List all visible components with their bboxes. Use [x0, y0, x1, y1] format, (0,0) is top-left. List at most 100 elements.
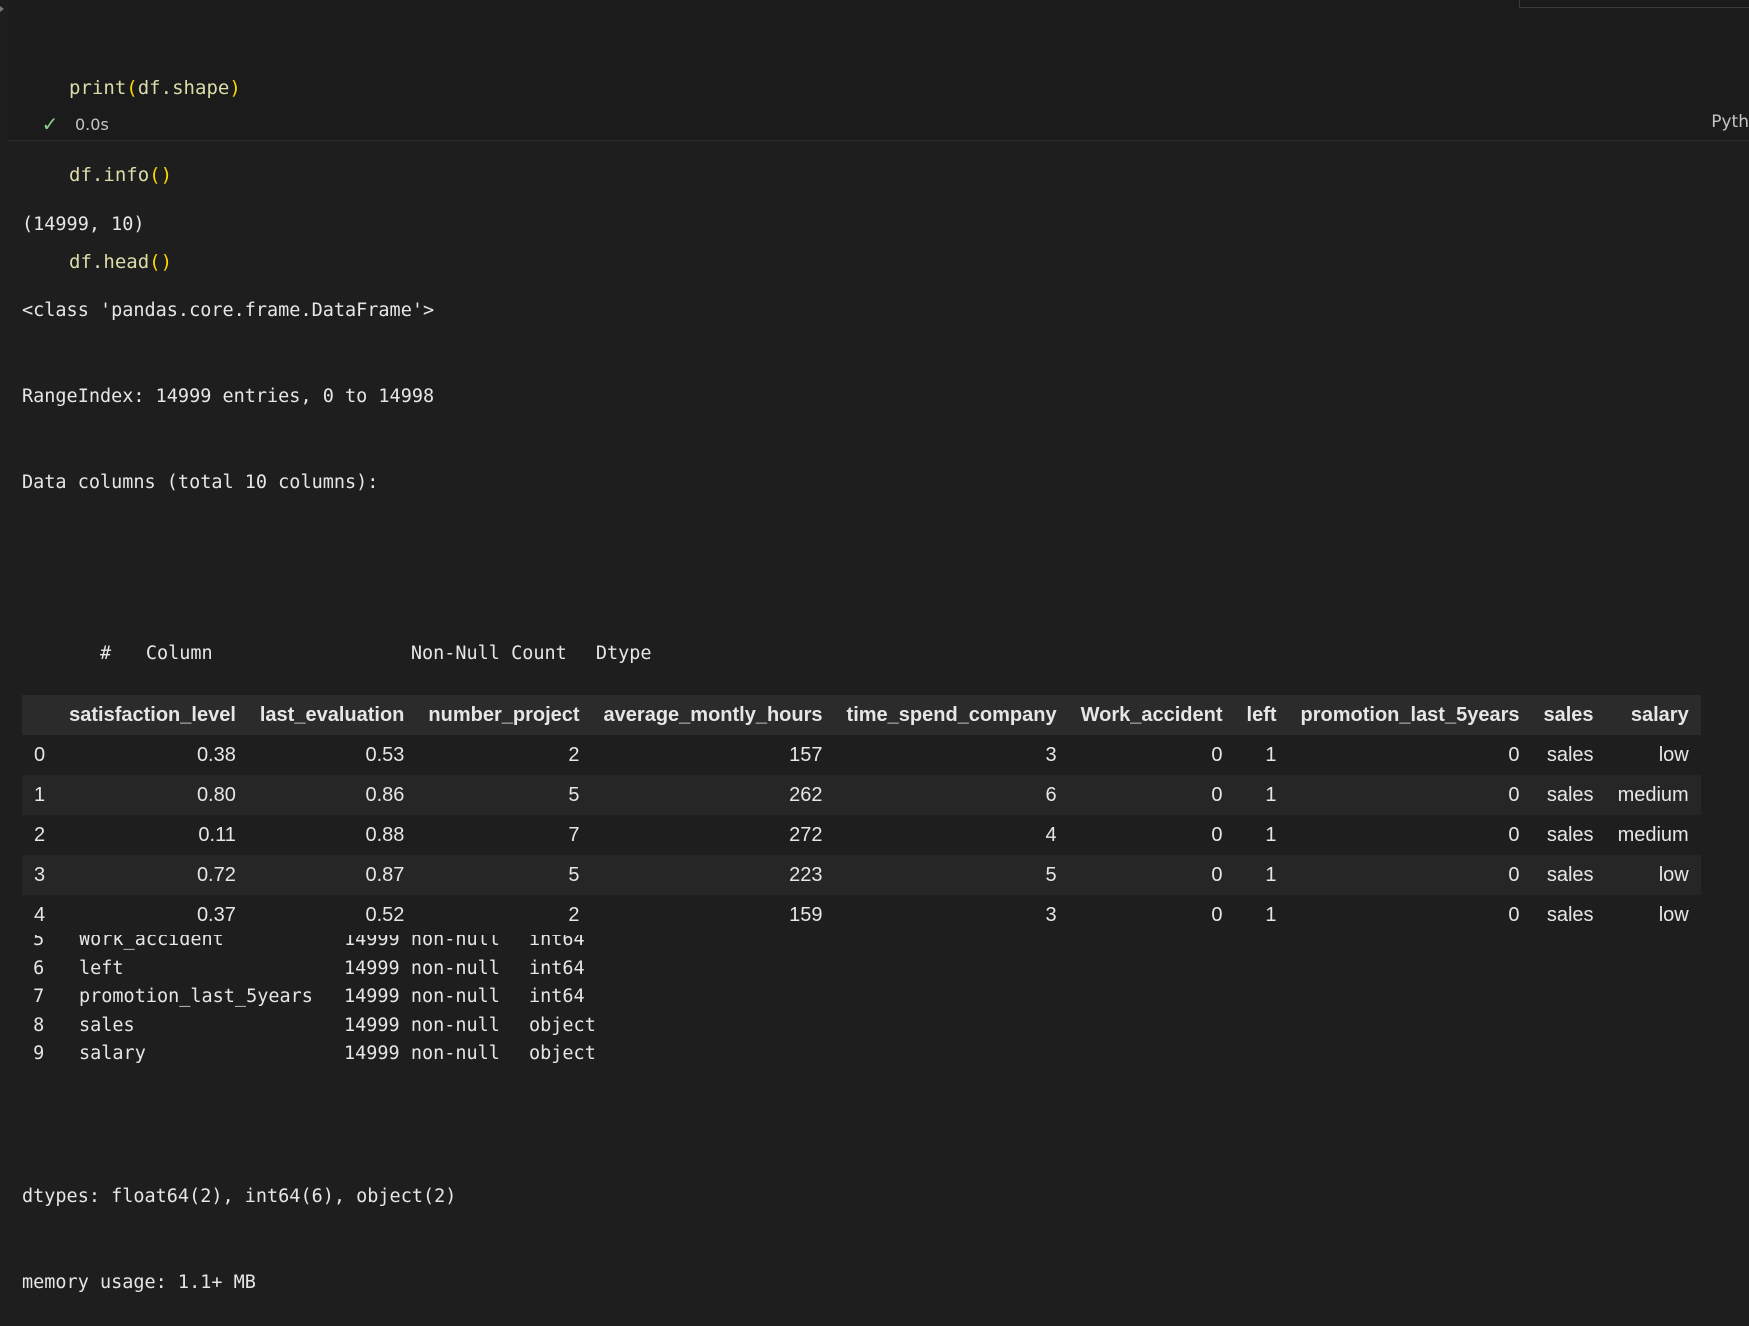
table-cell: 0: [1288, 815, 1532, 855]
output-line: RangeIndex: 14999 entries, 0 to 14998: [22, 385, 435, 407]
table-cell: 0.38: [57, 735, 248, 775]
info-cell: 14999 non-null: [344, 1014, 500, 1036]
table-cell: sales: [1531, 775, 1606, 815]
code-line: print(df.shape): [69, 77, 241, 99]
execution-status: ✓ 0.0s: [39, 112, 109, 136]
table-cell: 5: [416, 775, 592, 815]
column-header: left: [1234, 695, 1289, 735]
table-cell: 0: [1068, 895, 1235, 935]
info-cell: #: [88, 643, 112, 665]
row-index: 3: [22, 855, 58, 895]
table-cell: 0: [1288, 895, 1532, 935]
table-cell: 223: [591, 855, 835, 895]
info-cell: Non-Null Count: [410, 643, 567, 665]
info-cell: salary: [79, 1043, 146, 1065]
info-cell: object: [529, 1014, 596, 1036]
table-cell: 0: [1068, 735, 1235, 775]
info-cell: 9: [22, 1043, 45, 1065]
table-cell: 4: [834, 815, 1069, 855]
column-header: satisfaction_level: [57, 695, 248, 735]
info-cell: object: [529, 1043, 596, 1065]
table-cell: sales: [1531, 855, 1606, 895]
table-cell: 1: [1234, 855, 1289, 895]
table-cell: 0.37: [57, 895, 248, 935]
info-cell: 6: [22, 957, 45, 979]
table-row: 1 0.80 0.86 5 262 6 0 1 0 sales medium: [22, 775, 1701, 815]
info-row: 9 salary 14999 non-null object: [22, 1040, 686, 1069]
info-cell: Dtype: [595, 643, 652, 665]
table-cell: 5: [834, 855, 1069, 895]
row-index: 4: [22, 895, 58, 935]
table-cell: medium: [1605, 775, 1701, 815]
table-cell: 0.87: [247, 855, 417, 895]
table-cell: 0: [1288, 735, 1532, 775]
column-header: number_project: [416, 695, 592, 735]
row-index: 0: [22, 735, 58, 775]
table-cell: 0.80: [57, 775, 248, 815]
info-cell: int64: [529, 986, 585, 1008]
table-cell: sales: [1531, 815, 1606, 855]
table-cell: 157: [591, 735, 835, 775]
table-cell: sales: [1531, 735, 1606, 775]
table-cell: 6: [834, 775, 1069, 815]
info-cell: 14999 non-null: [344, 957, 500, 979]
info-cell: promotion_last_5years: [79, 986, 313, 1008]
table-row: 4 0.37 0.52 2 159 3 0 1 0 sales low: [22, 895, 1701, 935]
table-cell: 2: [416, 735, 592, 775]
table-cell: 0.88: [247, 815, 417, 855]
output-line: (14999, 10): [22, 214, 145, 236]
table-cell: 0: [1288, 775, 1532, 815]
table-cell: 7: [416, 815, 592, 855]
index-header: [22, 695, 58, 735]
info-cell: 14999 non-null: [344, 1043, 500, 1065]
table-cell: 0.52: [247, 895, 417, 935]
cell-toolbar-edge: [1519, 0, 1749, 8]
info-cell: int64: [529, 957, 585, 979]
output-line: <class 'pandas.core.frame.DataFrame'>: [22, 299, 435, 321]
info-cell: Column: [145, 643, 213, 665]
output-line: memory usage: 1.1+ MB: [22, 1272, 256, 1294]
output-line: dtypes: float64(2), int64(6), object(2): [22, 1186, 457, 1208]
table-cell: 0: [1068, 775, 1235, 815]
cell-collapse-caret[interactable]: [0, 0, 8, 141]
table-cell: 159: [591, 895, 835, 935]
info-cell: sales: [79, 1014, 135, 1036]
table-cell: 0.53: [247, 735, 417, 775]
table-cell: sales: [1531, 895, 1606, 935]
table-cell: 0.72: [57, 855, 248, 895]
table-cell: 0: [1068, 855, 1235, 895]
table-row: 3 0.72 0.87 5 223 5 0 1 0 sales low: [22, 855, 1701, 895]
table-cell: 3: [834, 735, 1069, 775]
info-cell: left: [79, 957, 124, 979]
table-cell: low: [1605, 735, 1701, 775]
info-header-row: # Column Non-Null Count Dtype: [22, 612, 686, 664]
table-cell: medium: [1605, 815, 1701, 855]
info-cell: 7: [22, 986, 45, 1008]
table-cell: 0: [1288, 855, 1532, 895]
table-cell: 272: [591, 815, 835, 855]
table-cell: 1: [1234, 775, 1289, 815]
table-cell: 5: [416, 855, 592, 895]
row-index: 2: [22, 815, 58, 855]
code-cell[interactable]: print(df.shape) df.info() df.head() ✓ 0.…: [8, 0, 1749, 273]
info-row: 7 promotion_last_5years 14999 non-null int6…: [22, 983, 686, 1012]
column-header: sales: [1531, 695, 1606, 735]
row-index: 1: [22, 775, 58, 815]
table-cell: 0: [1068, 815, 1235, 855]
table-cell: low: [1605, 855, 1701, 895]
table-cell: 3: [834, 895, 1069, 935]
output-line: Data columns (total 10 columns):: [22, 471, 379, 493]
table-row: 0 0.38 0.53 2 157 3 0 1 0 sales low: [22, 735, 1701, 775]
column-header: promotion_last_5years: [1288, 695, 1532, 735]
column-header: time_spend_company: [834, 695, 1069, 735]
table-row: 2 0.11 0.88 7 272 4 0 1 0 sales medium: [22, 815, 1701, 855]
table-cell: low: [1605, 895, 1701, 935]
info-row: 8 sales 14999 non-null object: [22, 1012, 686, 1041]
dataframe-table: satisfaction_level last_evaluation number_…: [22, 695, 1701, 935]
table-cell: 2: [416, 895, 592, 935]
table-cell: 0.86: [247, 775, 417, 815]
kernel-language-label[interactable]: Pyth: [1711, 112, 1749, 132]
table-cell: 1: [1234, 815, 1289, 855]
table-cell: 1: [1234, 895, 1289, 935]
info-row: 6 left 14999 non-null int64: [22, 955, 686, 984]
